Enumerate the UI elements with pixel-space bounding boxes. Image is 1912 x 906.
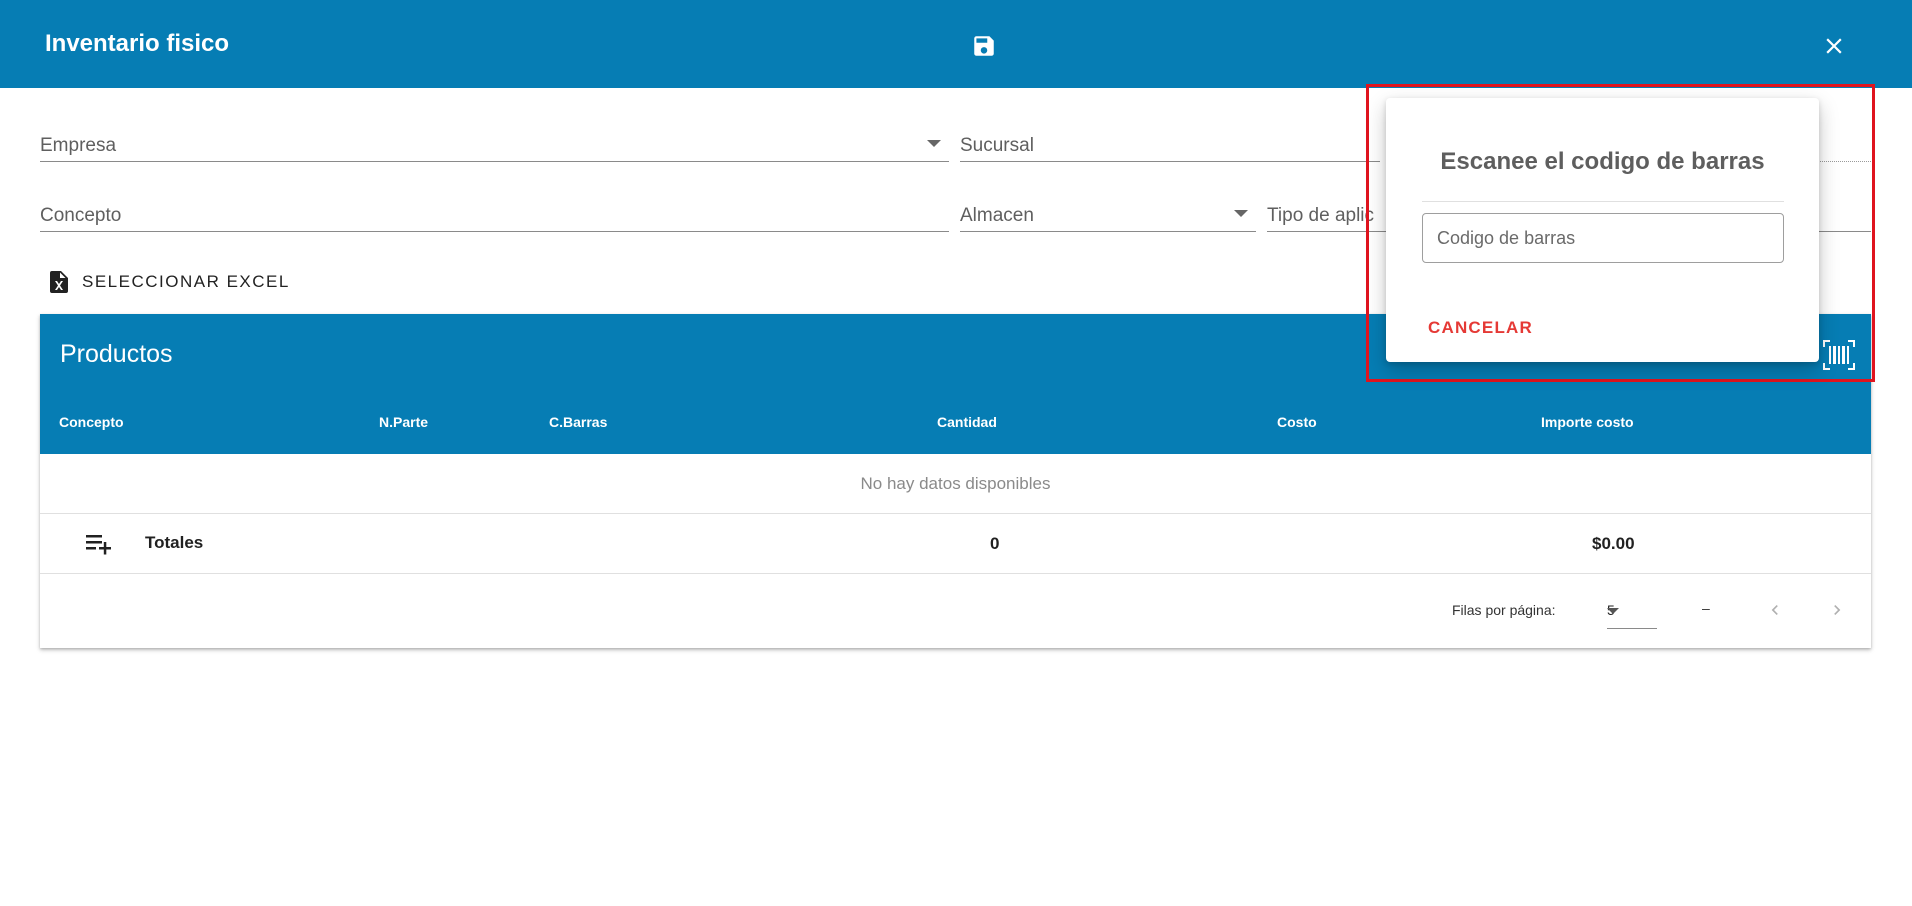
empresa-select[interactable]: Empresa	[40, 124, 949, 162]
save-button[interactable]	[968, 30, 1000, 62]
column-header-concepto[interactable]: Concepto	[59, 414, 124, 430]
column-header-importe-costo[interactable]: Importe costo	[1541, 414, 1634, 430]
totals-amount: $0.00	[1592, 534, 1635, 553]
totals-label: Totales	[145, 533, 204, 552]
playlist-add-icon[interactable]	[86, 533, 112, 555]
table-pagination: Filas por página: 5 –	[40, 575, 1871, 648]
next-page-button[interactable]	[1822, 595, 1852, 625]
page-range: –	[1702, 600, 1710, 616]
products-title: Productos	[60, 340, 173, 368]
dialog-title: Escanee el codigo de barras	[1440, 148, 1765, 175]
close-button[interactable]	[1818, 30, 1850, 62]
almacen-select[interactable]: Almacen	[960, 194, 1256, 232]
concepto-label: Concepto	[40, 205, 122, 226]
page-title: Inventario fisico	[45, 30, 230, 57]
barcode-input[interactable]	[1422, 213, 1784, 263]
previous-page-button[interactable]	[1760, 595, 1790, 625]
sucursal-label: Sucursal	[960, 135, 1034, 156]
chevron-down-icon	[927, 140, 941, 147]
select-excel-button[interactable]: SELECCIONAR EXCEL	[50, 268, 290, 296]
chevron-down-icon	[1607, 608, 1619, 614]
dialog-divider	[1422, 201, 1784, 202]
column-header-costo[interactable]: Costo	[1277, 414, 1317, 430]
empty-table-message: No hay datos disponibles	[40, 454, 1871, 514]
chevron-left-icon	[1771, 605, 1778, 615]
close-icon	[1826, 38, 1842, 54]
column-header-n-parte[interactable]: N.Parte	[379, 414, 428, 430]
column-header-c-barras[interactable]: C.Barras	[549, 414, 607, 430]
concepto-field[interactable]: Concepto	[40, 194, 949, 232]
excel-file-icon	[50, 271, 68, 293]
chevron-down-icon	[1234, 210, 1248, 217]
sucursal-select[interactable]: Sucursal	[960, 124, 1380, 162]
app-bar: Inventario fisico	[0, 0, 1912, 88]
column-header-cantidad[interactable]: Cantidad	[937, 414, 997, 430]
cancel-button[interactable]: CANCELAR	[1428, 318, 1533, 338]
totals-row: Totales 0 $0.00	[40, 514, 1871, 574]
totals-quantity: 0	[990, 534, 1000, 553]
rows-per-page-select[interactable]: 5	[1607, 591, 1657, 629]
select-excel-label: SELECCIONAR EXCEL	[82, 272, 290, 291]
rows-per-page-label: Filas por página:	[1452, 602, 1556, 618]
tipo-aplicacion-label: Tipo de aplic	[1267, 205, 1375, 226]
empresa-label: Empresa	[40, 135, 117, 156]
chevron-right-icon	[1834, 605, 1841, 615]
almacen-label: Almacen	[960, 205, 1034, 226]
floppy-disk-icon	[974, 36, 994, 56]
barcode-dialog: Escanee el codigo de barras CANCELAR	[1386, 98, 1819, 362]
